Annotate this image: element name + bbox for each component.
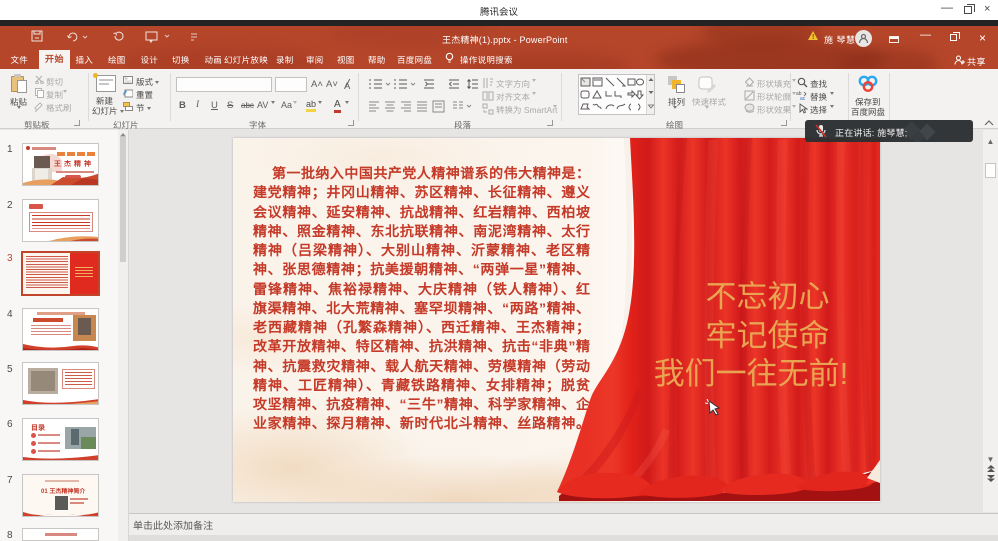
svg-text:ac: ac <box>800 96 806 101</box>
